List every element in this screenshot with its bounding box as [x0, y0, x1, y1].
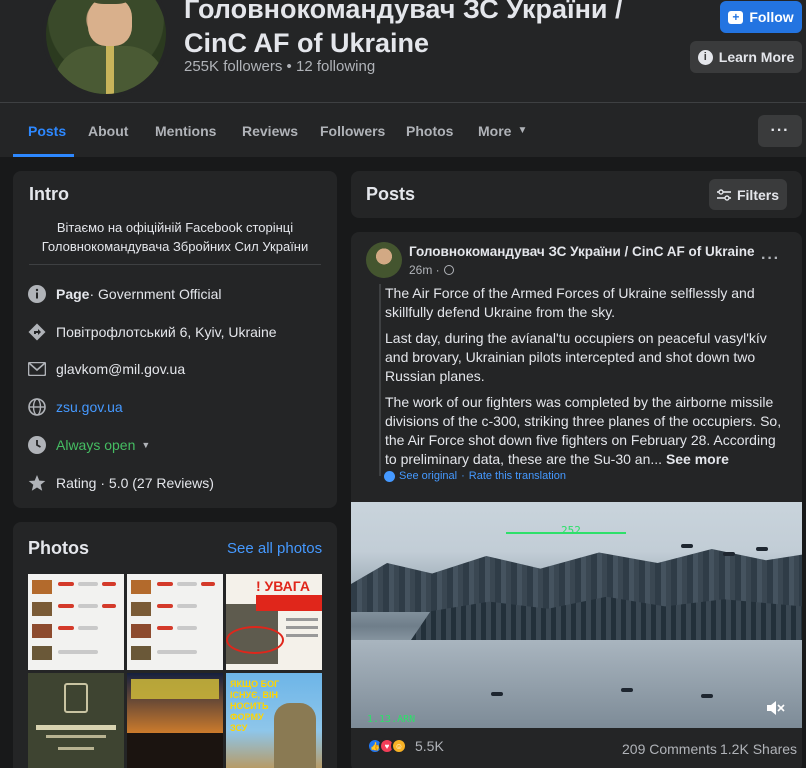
see-all-photos-link[interactable]: See all photos	[227, 540, 322, 557]
tab-photos[interactable]: Photos	[406, 103, 453, 158]
comments-count[interactable]: 209 Comments	[622, 741, 717, 757]
photos-card: Photos See all photos ! УВАГА ЯКЩО БОГ І…	[13, 522, 337, 768]
photo-thumbnail[interactable]: ЯКЩО БОГ ІСНУЄ, ВІН НОСИТЬ ФОРМУ ЗСУ	[226, 673, 322, 768]
followers-count[interactable]: 255K followers • 12 following	[184, 58, 375, 75]
intro-website[interactable]: zsu.gov.ua	[27, 395, 123, 419]
translation-bar: See original · Rate this translation	[384, 470, 566, 482]
learn-more-button[interactable]: i Learn More	[690, 41, 802, 73]
tab-about[interactable]: About	[88, 103, 128, 158]
photo-thumbnail[interactable]	[127, 574, 223, 670]
tab-followers[interactable]: Followers	[320, 103, 385, 158]
chevron-down-icon: ▼	[141, 440, 151, 450]
intro-email[interactable]: glavkom@mil.gov.ua	[27, 357, 185, 381]
intro-title: Intro	[29, 184, 69, 204]
intro-hours[interactable]: Always open ▼	[27, 433, 150, 457]
profile-avatar[interactable]	[42, 0, 170, 98]
info-icon	[27, 284, 47, 304]
hud-readout: 252	[561, 524, 581, 537]
info-icon: i	[697, 49, 713, 65]
globe-icon	[27, 397, 47, 417]
tab-posts[interactable]: Posts	[28, 103, 66, 158]
filters-button[interactable]: Filters	[709, 179, 787, 210]
gear-icon	[384, 470, 395, 482]
post-author-name[interactable]: Головнокомандувач ЗС України / CinC AF o…	[409, 244, 755, 259]
tab-reviews[interactable]: Reviews	[242, 103, 298, 158]
photo-thumbnail[interactable]	[28, 673, 124, 768]
post-options-button[interactable]: ···	[761, 250, 780, 268]
active-tab-indicator	[13, 154, 74, 157]
photos-title: Photos	[28, 538, 89, 558]
post-timestamp[interactable]: 26m ·	[409, 263, 454, 277]
intro-address[interactable]: Повітрофлотський 6, Kyiv, Ukraine	[27, 320, 277, 344]
intro-card: Intro Вітаємо на офіційній Facebook стор…	[13, 171, 337, 508]
photo-thumbnail[interactable]	[127, 673, 223, 768]
follow-icon: +	[728, 10, 744, 24]
volume-muted-icon[interactable]	[765, 698, 785, 718]
page-tabs: Posts About Mentions Reviews Followers P…	[0, 102, 806, 157]
intro-description: Вітаємо на офіційній Facebook сторінці Г…	[41, 220, 309, 254]
posts-header: Posts Filters	[351, 171, 802, 218]
post-text: The Air Force of the Armed Forces of Ukr…	[379, 284, 791, 476]
posts-title: Posts	[366, 184, 416, 204]
rate-translation-link[interactable]: Rate this translation	[469, 470, 566, 482]
follow-button[interactable]: + Follow	[720, 1, 802, 33]
intro-rating[interactable]: Rating · 5.0 (27 Reviews)	[27, 471, 214, 495]
see-more-link[interactable]: See more	[666, 451, 729, 467]
post-video[interactable]: 252 1.13.ARN	[351, 502, 802, 728]
see-original-link[interactable]: See original	[399, 470, 457, 482]
photo-thumbnail[interactable]: ! УВАГА	[226, 574, 322, 670]
email-icon	[27, 359, 47, 379]
care-reaction-icon: ☺	[391, 738, 407, 754]
shares-count[interactable]: 1.2K Shares	[720, 741, 797, 757]
tab-more[interactable]: More ▼	[478, 103, 527, 158]
reactions-summary[interactable]: 👍 ♥ ☺ 5.5K	[367, 738, 444, 754]
tab-mentions[interactable]: Mentions	[155, 103, 216, 158]
emblem-icon	[64, 683, 88, 713]
page-title: Головнокомандувач ЗС України / CinC AF o…	[184, 0, 623, 58]
public-globe-icon	[443, 265, 454, 275]
clock-icon	[27, 435, 47, 455]
star-icon	[27, 473, 47, 493]
caret-down-icon: ▼	[517, 125, 528, 136]
directions-icon	[27, 322, 47, 342]
divider	[29, 264, 321, 265]
page-header: Головнокомандувач ЗС України / CinC AF o…	[0, 0, 806, 102]
intro-category: Page · Government Official	[27, 282, 221, 306]
post-author-avatar[interactable]	[366, 242, 402, 278]
hud-readout-bottom: 1.13.ARN	[367, 714, 416, 725]
filter-icon	[716, 188, 731, 201]
more-options-button[interactable]: ···	[758, 115, 802, 147]
post-card: Головнокомандувач ЗС України / CinC AF o…	[351, 232, 802, 768]
photo-thumbnail[interactable]	[28, 574, 124, 670]
